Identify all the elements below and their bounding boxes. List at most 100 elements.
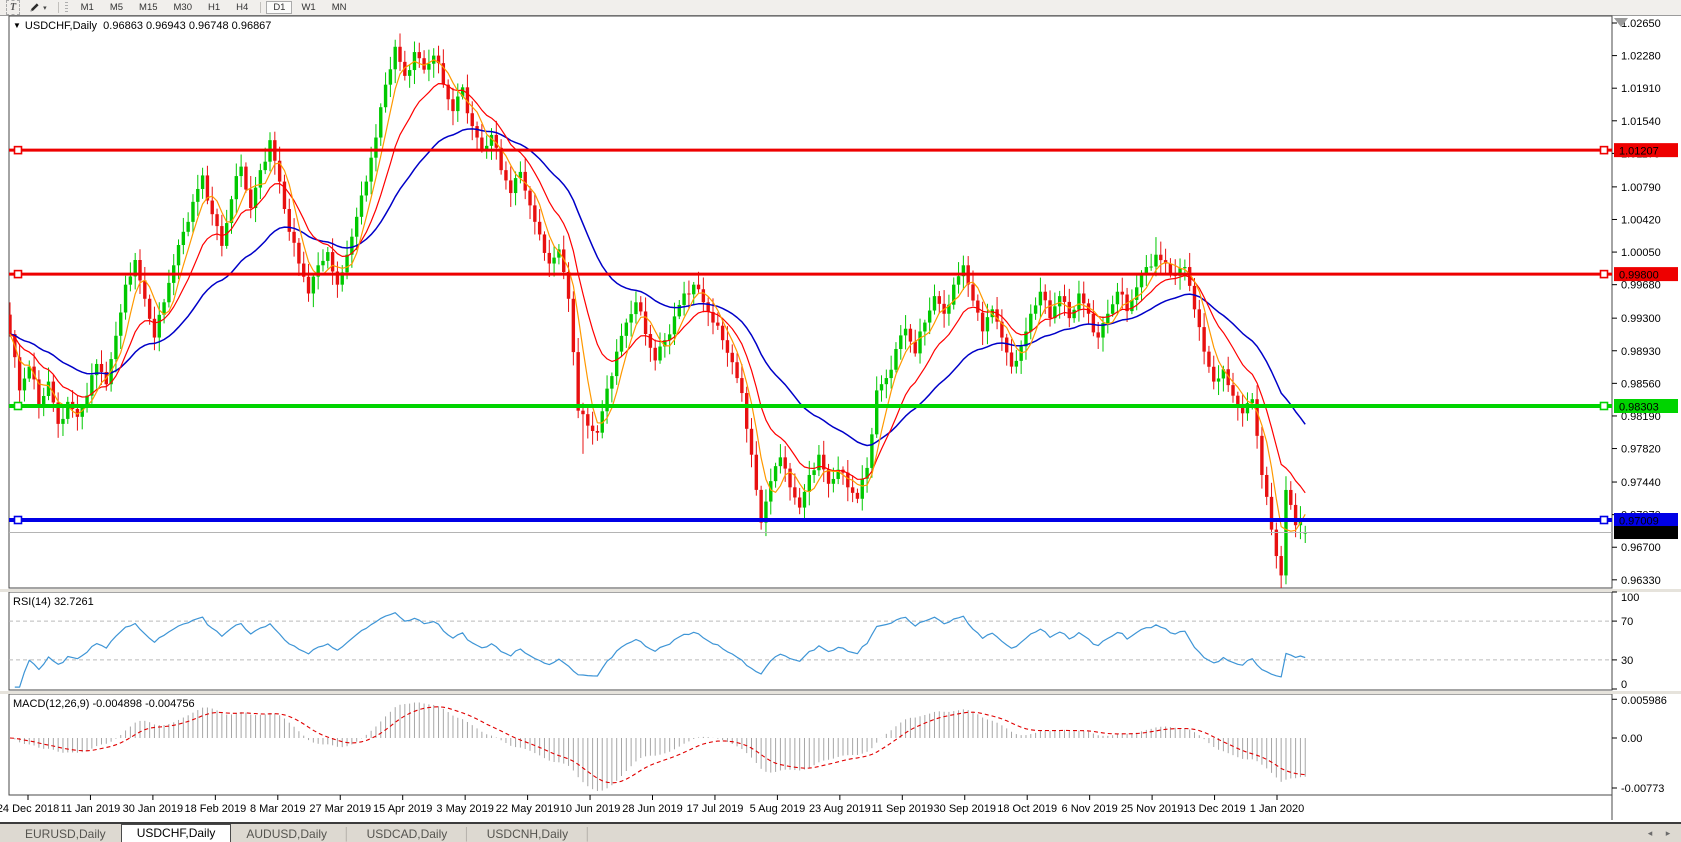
line-endpoint-handle[interactable] <box>1599 145 1609 155</box>
chart-tab-audusd[interactable]: AUDUSD,Daily <box>231 826 342 842</box>
timeframe-button-h4[interactable]: H4 <box>229 1 255 14</box>
ohlc-close: 0.96867 <box>231 20 272 32</box>
timeframe-button-m15[interactable]: M15 <box>132 1 164 14</box>
date-label: 6 Nov 2019 <box>1062 803 1118 815</box>
candle-body <box>249 189 253 209</box>
candle-body <box>1139 274 1144 288</box>
candle-body <box>1265 474 1269 497</box>
candle-body <box>1212 366 1216 382</box>
candle-body <box>980 312 985 332</box>
chart-title: ▼ USDCHF,Daily 0.96863 0.96943 0.96748 0.… <box>13 20 271 32</box>
candle-body <box>359 195 364 217</box>
candle-body <box>730 352 734 363</box>
candle-body <box>306 276 311 294</box>
candle-body <box>542 234 547 253</box>
candle-body <box>720 325 725 341</box>
line-endpoint-handle[interactable] <box>13 515 23 525</box>
candle-body <box>1096 332 1100 338</box>
timeframe-button-m30[interactable]: M30 <box>167 1 199 14</box>
candle-body <box>672 316 677 335</box>
candle-body <box>147 298 152 319</box>
candle-body <box>480 137 484 149</box>
line-endpoint-handle[interactable] <box>13 145 23 155</box>
candle-body <box>552 257 556 264</box>
date-label: 11 Sep 2019 <box>872 803 934 815</box>
candle-body <box>744 393 749 429</box>
candle-body <box>875 390 879 435</box>
price-tick-label: 1.01910 <box>1621 83 1661 95</box>
candle-body <box>716 322 720 326</box>
panel-divider[interactable] <box>0 691 1681 694</box>
candle-body <box>658 346 662 361</box>
chart-tab-usdcad[interactable]: USDCAD,Daily <box>352 826 463 842</box>
candle-body <box>509 180 513 194</box>
price-tick-label: 0.98560 <box>1621 378 1661 390</box>
line-endpoint-handle[interactable] <box>13 269 23 279</box>
tab-scroll-right-button[interactable]: ▸ <box>1661 827 1675 841</box>
line-endpoint-handle[interactable] <box>1599 269 1609 279</box>
ohlc-open: 0.96863 <box>103 20 143 32</box>
candle-body <box>1014 360 1019 367</box>
drawing-tool-button[interactable]: ▾ <box>26 1 50 14</box>
candle-body <box>287 209 291 232</box>
candle-body <box>470 113 474 127</box>
line-endpoint-handle[interactable] <box>13 401 23 411</box>
collapse-marker-icon: ▼ <box>13 21 21 30</box>
tab-scroll-left-button[interactable]: ◂ <box>1643 827 1657 841</box>
candle-body <box>1293 504 1298 526</box>
candle-body <box>167 282 171 303</box>
candle-body <box>46 381 51 396</box>
candle-body <box>648 334 653 348</box>
chart-tab-usdchf[interactable]: USDCHF,Daily <box>120 823 232 842</box>
date-label: 25 Nov 2019 <box>1121 803 1183 815</box>
macd-axis-label: -0.00773 <box>1621 783 1664 795</box>
line-endpoint-handle[interactable] <box>1599 401 1609 411</box>
line-endpoint-handle[interactable] <box>1599 515 1609 525</box>
price-tick-label: 0.97820 <box>1621 444 1661 456</box>
rsi-axis-label: 30 <box>1621 655 1633 667</box>
candle-body <box>138 260 142 281</box>
candle-body <box>186 221 190 232</box>
timeframe-button-mn[interactable]: MN <box>325 1 354 14</box>
candle-body <box>696 284 701 290</box>
price-tick-label: 1.00790 <box>1621 182 1661 194</box>
price-tick-label: 1.02280 <box>1621 51 1661 63</box>
candle-body <box>793 487 797 498</box>
candle-body <box>42 395 46 405</box>
candle-body <box>860 478 864 499</box>
candle-body <box>1067 301 1071 319</box>
candle-body <box>292 231 296 243</box>
timeframe-button-w1[interactable]: W1 <box>294 1 322 14</box>
timeframe-button-h1[interactable]: H1 <box>201 1 227 14</box>
candle-body <box>586 414 590 426</box>
price-tick-label: 0.99300 <box>1621 313 1661 325</box>
candle-body <box>595 431 600 433</box>
candle-body <box>311 276 316 294</box>
candle-body <box>932 296 937 311</box>
macd-axis-label: 0.005986 <box>1621 695 1667 707</box>
candle-body <box>870 434 874 468</box>
price-tick-label: 0.98930 <box>1621 346 1661 358</box>
candle-body <box>326 252 330 261</box>
date-label: 23 Aug 2019 <box>809 803 871 815</box>
timeframe-button-m5[interactable]: M5 <box>103 1 130 14</box>
date-label: 24 Dec 2018 <box>0 803 59 815</box>
candle-body <box>374 137 378 158</box>
candle-body <box>379 107 383 138</box>
timeframe-button-m1[interactable]: M1 <box>74 1 101 14</box>
candle-body <box>769 481 773 502</box>
chart-area[interactable]: 1.026501.022801.019101.015401.011701.007… <box>0 15 1681 822</box>
text-tool-button[interactable]: T <box>6 0 21 15</box>
candle-body <box>927 310 932 323</box>
chart-tab-usdcnh[interactable]: USDCNH,Daily <box>472 826 583 842</box>
tab-separator: │ <box>343 827 351 841</box>
timeframe-button-d1[interactable]: D1 <box>266 1 293 14</box>
candle-body <box>1269 496 1274 530</box>
panel-frame <box>8 693 1613 796</box>
toolbar-grip[interactable] <box>64 2 68 13</box>
chart-tab-bar: EURUSD,Daily USDCHF,Daily AUDUSD,Daily │ USD… <box>0 822 1681 842</box>
panel-divider[interactable] <box>0 589 1681 592</box>
chart-tab-eurusd[interactable]: EURUSD,Daily <box>10 826 121 842</box>
top-toolbar: T ▾ M1 M5 M15 M30 H1 H4 D1 W1 MN <box>0 0 1681 16</box>
candle-body <box>590 425 595 432</box>
